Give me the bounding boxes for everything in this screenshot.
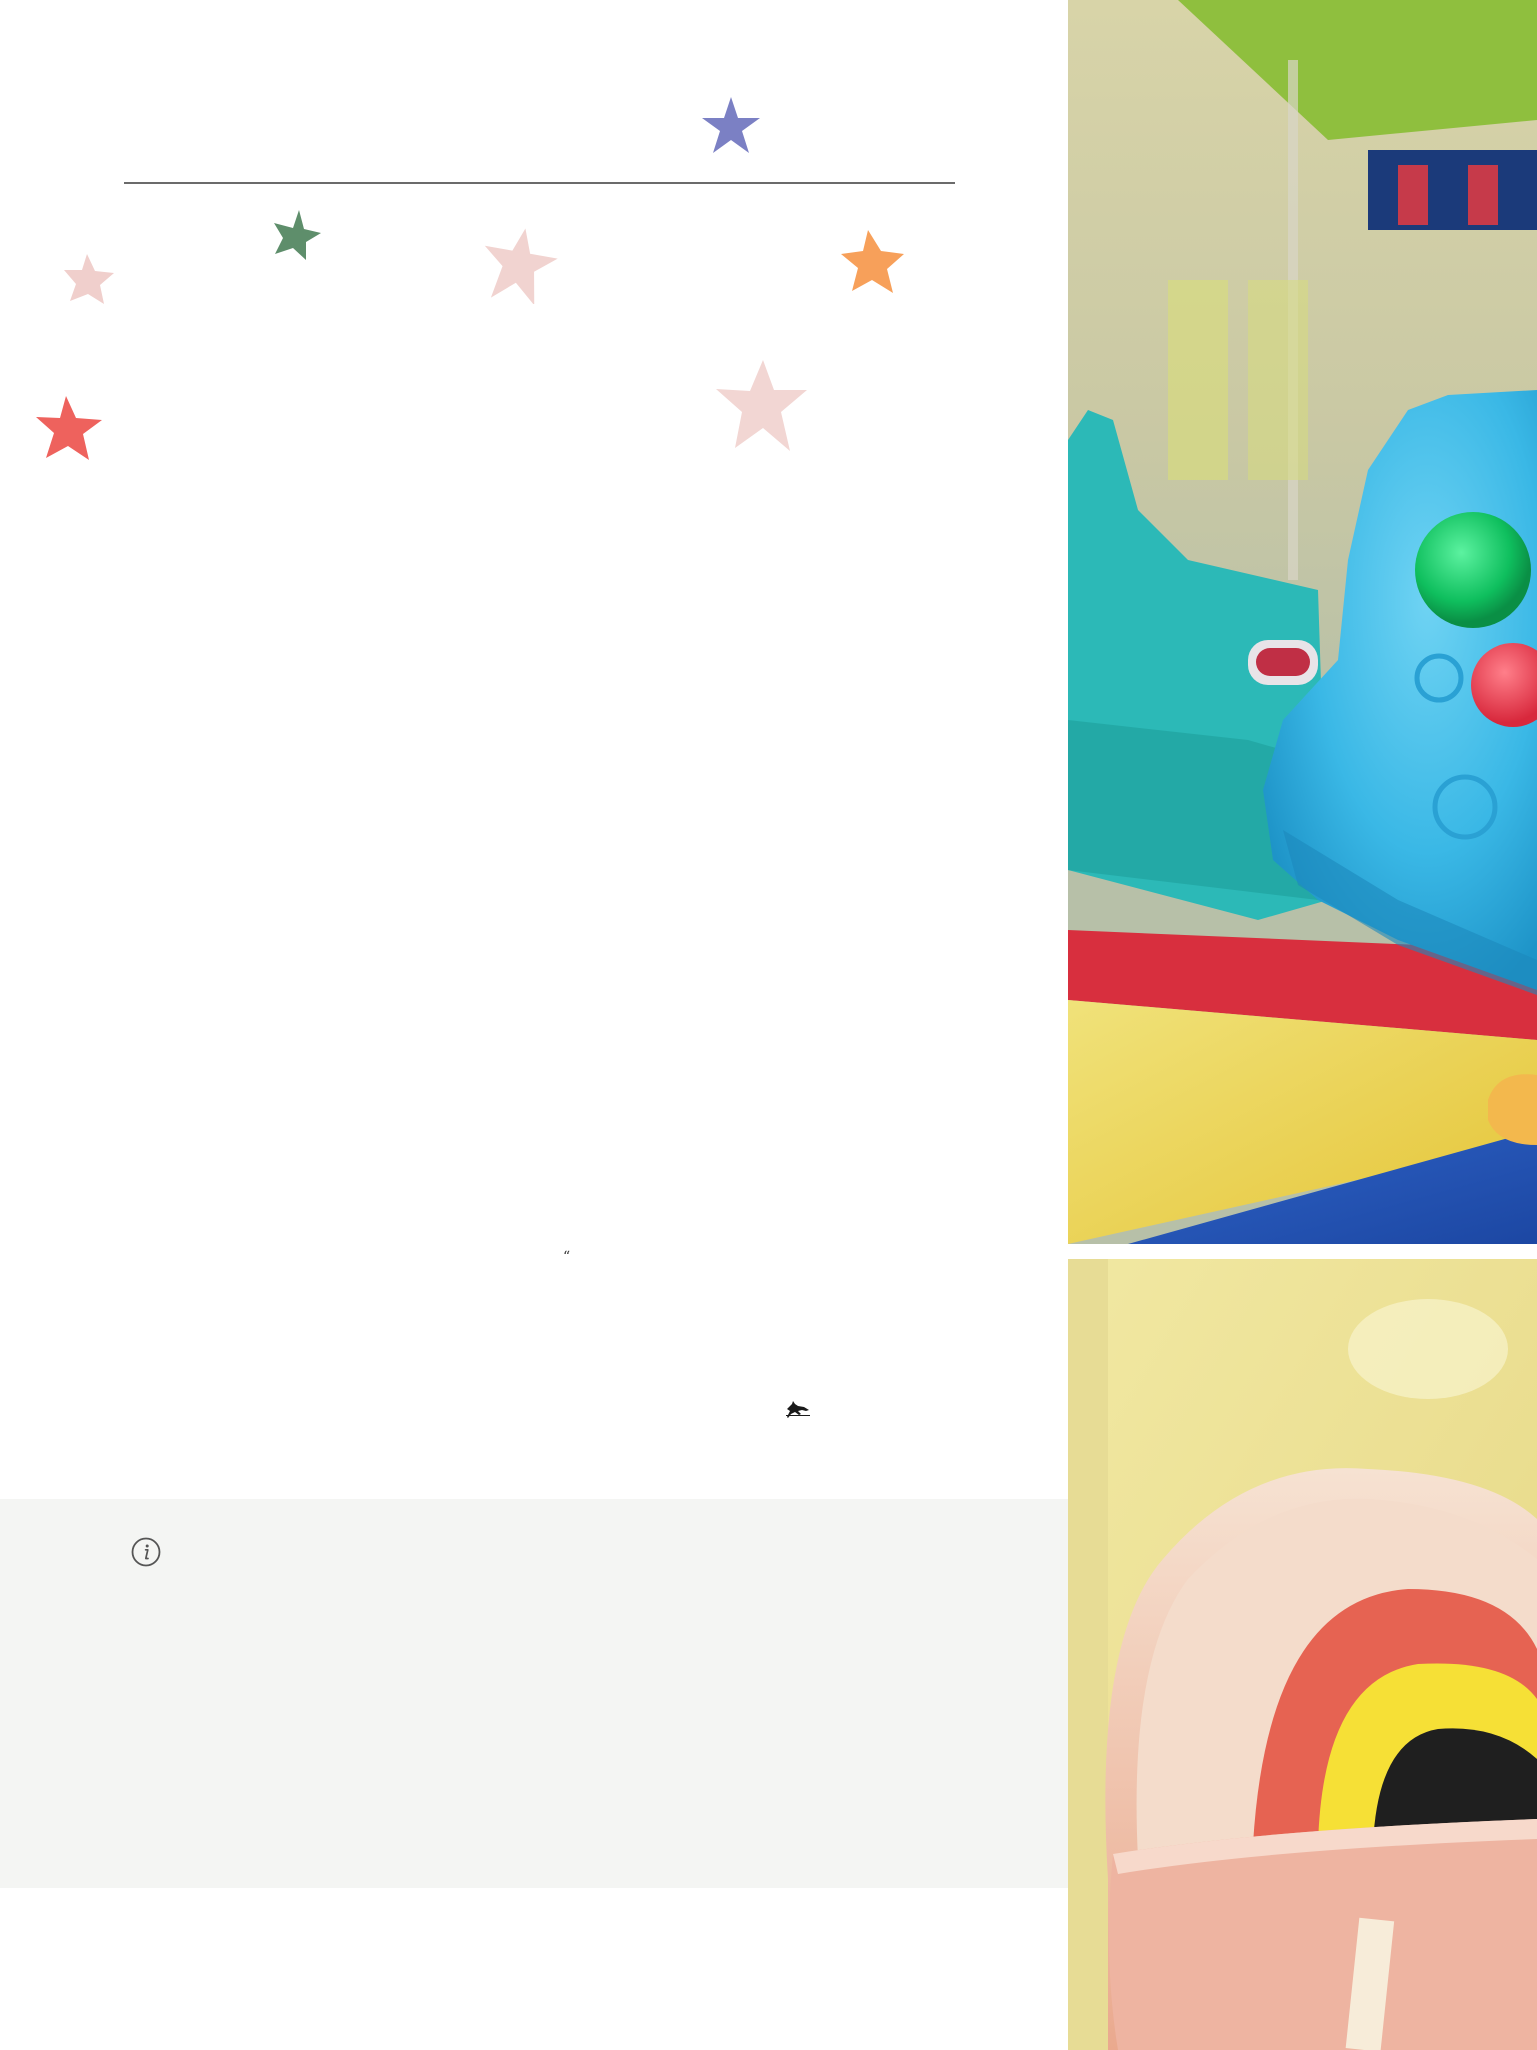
- star-orange-icon: [841, 230, 904, 293]
- rainbow-beanbag-photo: [1068, 1259, 1537, 2050]
- star-pink-large-icon: [716, 360, 807, 451]
- photo-gap: [1068, 1244, 1537, 1259]
- page: “: [0, 0, 1537, 2050]
- quote-mark: “: [563, 1249, 571, 1265]
- star-blue-icon: [702, 97, 760, 153]
- horse-icon: [786, 1401, 810, 1418]
- star-pink-small-icon: [64, 254, 114, 304]
- star-red-icon: [36, 396, 102, 460]
- playground-rocker-photo: [1068, 0, 1537, 1244]
- star-pink-mid-icon: [484, 228, 558, 304]
- divider-rule: [124, 182, 955, 184]
- star-green-icon: [274, 210, 321, 260]
- info-icon[interactable]: [131, 1537, 161, 1567]
